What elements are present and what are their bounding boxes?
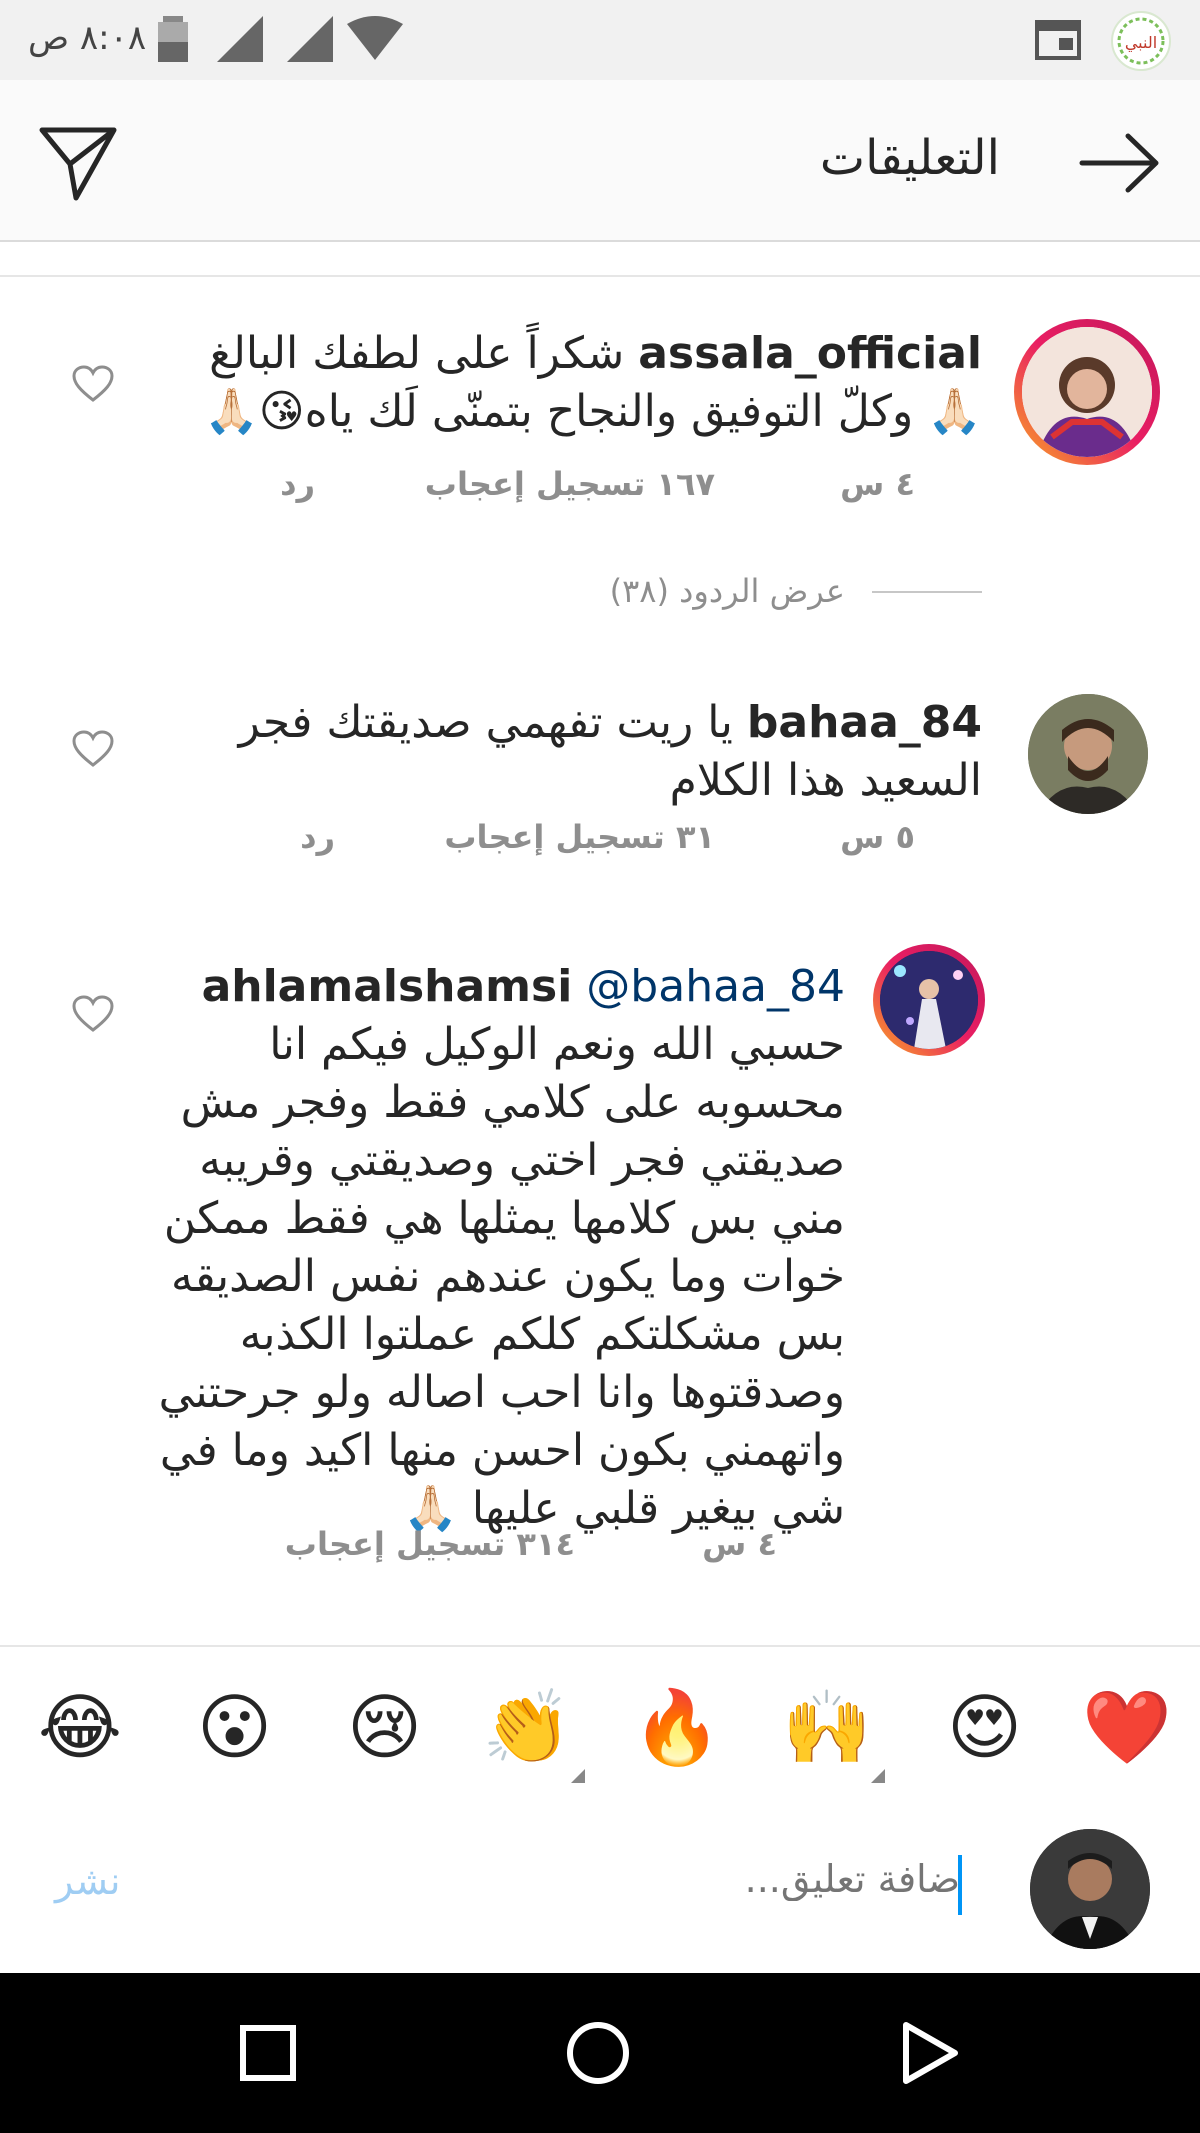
comment-meta: ٤ س ١٦٧ تسجيل إعجاب رد — [0, 465, 1200, 509]
back-icon[interactable] — [900, 2020, 960, 2090]
avatar[interactable] — [1022, 327, 1152, 457]
page-title: التعليقات — [819, 130, 1000, 186]
app-badge-text: النبي — [1125, 33, 1157, 53]
reply-button[interactable]: رد — [300, 818, 335, 856]
like-heart-icon[interactable] — [72, 365, 114, 407]
emoji-heart-eyes[interactable]: 😍 — [947, 1687, 1022, 1767]
home-icon[interactable] — [565, 2020, 631, 2090]
comment-likes[interactable]: ١٦٧ تسجيل إعجاب — [425, 465, 715, 503]
emoji-raised-hands[interactable]: 🙌 — [782, 1687, 872, 1767]
avatar[interactable] — [1028, 694, 1148, 814]
comment-time: ٤ س — [702, 1525, 777, 1563]
comment-likes[interactable]: ٣١ تسجيل إعجاب — [444, 818, 715, 856]
emoji-laughing[interactable]: 😂 — [38, 1687, 122, 1767]
signal-icon — [215, 14, 265, 68]
divider — [0, 275, 1200, 277]
emoji-crying[interactable]: 😢 — [347, 1687, 422, 1767]
emoji-clapping[interactable]: 👏 — [482, 1687, 572, 1767]
comments-header: التعليقات — [0, 80, 1200, 242]
wifi-icon — [345, 14, 405, 68]
system-nav-bar — [0, 1973, 1200, 2133]
comment-mention[interactable]: @bahaa_84 — [586, 961, 845, 1012]
emoji-surprised[interactable]: 😮 — [197, 1687, 272, 1767]
skin-tone-indicator — [571, 1769, 585, 1783]
comment-likes[interactable]: ٣١٤ تسجيل إعجاب — [285, 1525, 575, 1563]
current-user-avatar — [1030, 1829, 1150, 1949]
status-time: ٨:٠٨ ص — [28, 18, 147, 58]
like-heart-icon[interactable] — [72, 730, 114, 772]
status-bar: ٨:٠٨ ص النبي — [0, 0, 1200, 80]
battery-icon — [155, 14, 191, 68]
calendar-icon — [1033, 14, 1083, 68]
post-button[interactable]: نشر — [55, 1859, 120, 1903]
view-replies-button[interactable]: عرض الردود (٣٨) — [610, 572, 845, 610]
comment-text: bahaa_84 يا ريت تفهمي صديقتك فجر السعيد … — [122, 694, 982, 810]
comment-input[interactable] — [340, 1857, 960, 1901]
comment-item: ahlamalshamsi @bahaa_84 حسبي الله ونعم ا… — [0, 940, 1200, 1580]
direct-send-icon[interactable] — [38, 124, 118, 208]
comment-username[interactable]: bahaa_84 — [747, 697, 982, 748]
reply-button[interactable]: رد — [280, 465, 315, 503]
comment-text: ahlamalshamsi @bahaa_84 حسبي الله ونعم ا… — [155, 958, 845, 1538]
view-replies-line — [872, 591, 982, 593]
comment-time: ٥ س — [840, 818, 915, 856]
comment-meta: ٥ س ٣١ تسجيل إعجاب رد — [0, 818, 1200, 862]
comment-username[interactable]: assala_official — [638, 328, 982, 379]
signal-icon-2 — [285, 14, 335, 68]
emoji-fire[interactable]: 🔥 — [632, 1687, 722, 1767]
app-badge-icon: النبي — [1110, 10, 1172, 76]
comment-username[interactable]: ahlamalshamsi — [202, 961, 573, 1012]
comment-item: assala_official شكراً على لطفك البالغ🙏🏻 … — [0, 315, 1200, 515]
skin-tone-indicator — [871, 1769, 885, 1783]
like-heart-icon[interactable] — [72, 995, 114, 1037]
comment-input-bar: نشر — [0, 1807, 1200, 1972]
emoji-quick-bar: ❤️ 😍 🙌 🔥 👏 😢 😮 😂 — [0, 1645, 1200, 1809]
comment-text: assala_official شكراً على لطفك البالغ🙏🏻 … — [182, 325, 982, 441]
comment-time: ٤ س — [840, 465, 915, 503]
avatar[interactable] — [880, 951, 978, 1049]
back-arrow-icon[interactable] — [1078, 128, 1162, 202]
recents-icon[interactable] — [238, 2023, 298, 2087]
emoji-heart[interactable]: ❤️ — [1082, 1687, 1172, 1767]
comment-body: حسبي الله ونعم الوكيل فيكم انا محسوبه عل… — [158, 1019, 845, 1534]
comment-item: bahaa_84 يا ريت تفهمي صديقتك فجر السعيد … — [0, 680, 1200, 880]
comment-meta: ٤ س ٣١٤ تسجيل إعجاب — [0, 1525, 1200, 1569]
